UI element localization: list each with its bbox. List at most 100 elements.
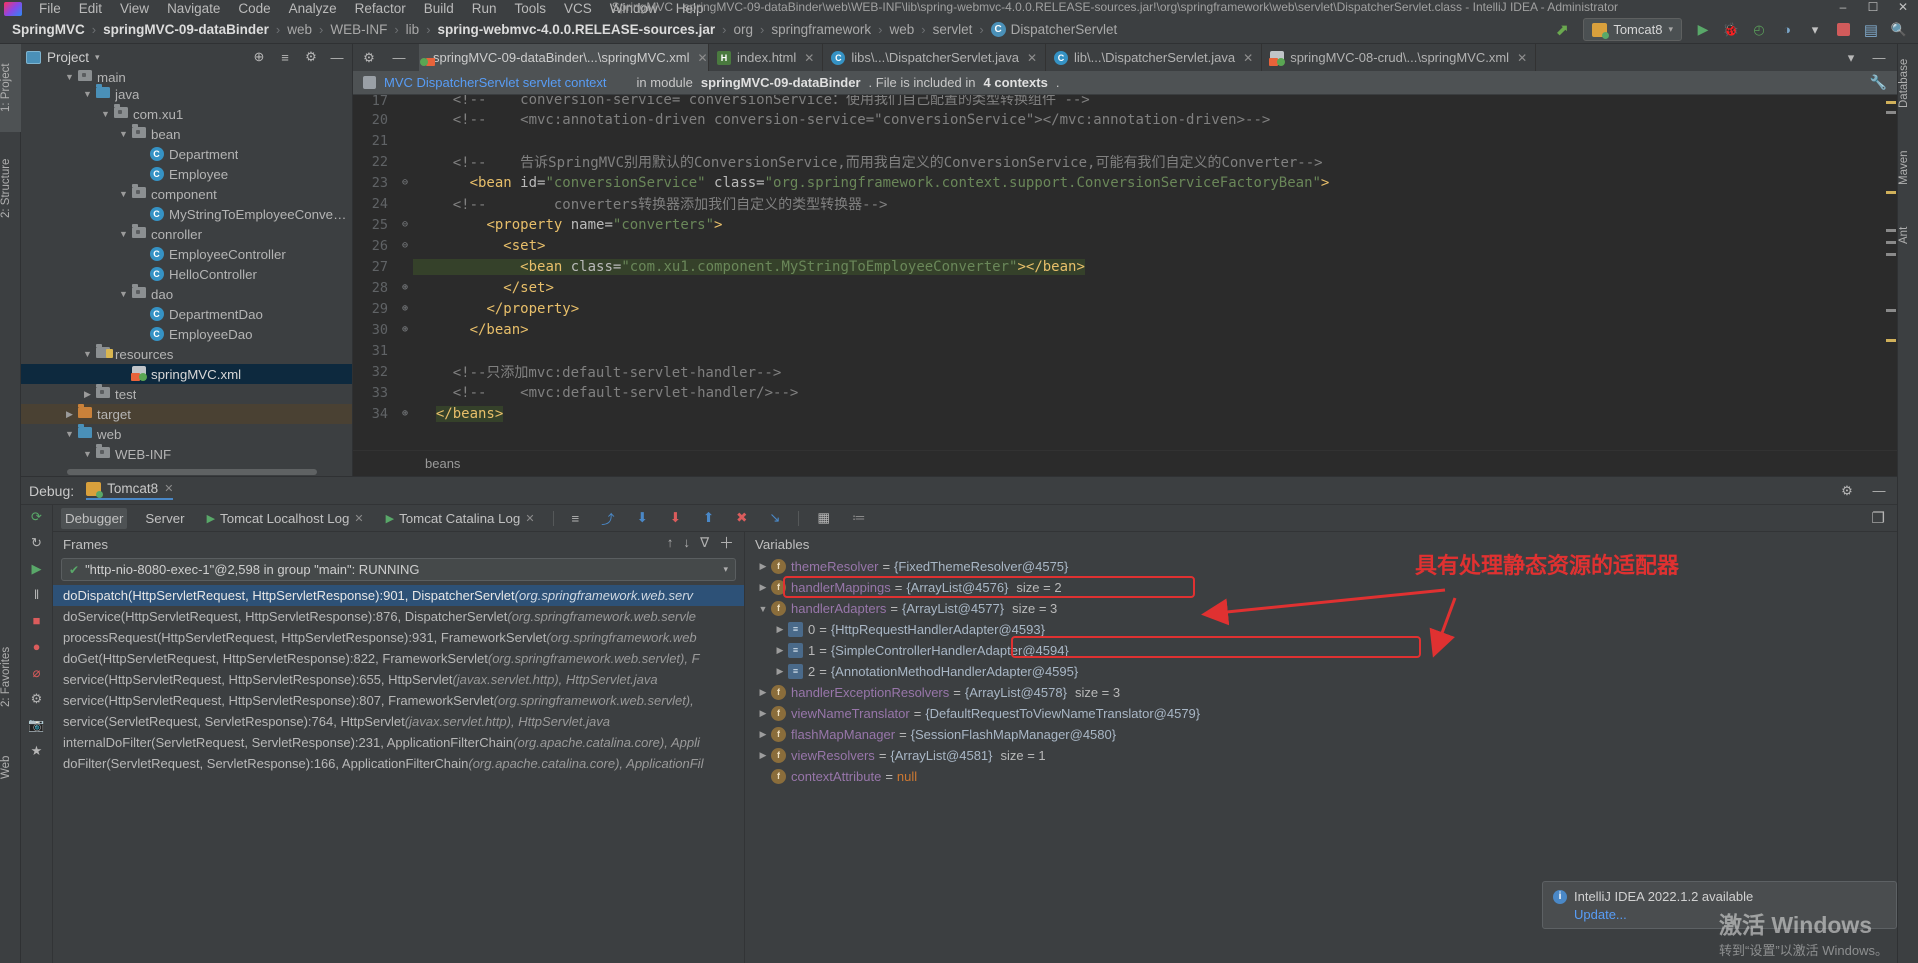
tree-node-department[interactable]: C Department	[21, 144, 352, 164]
variable-row-viewnametranslator[interactable]: ▶ f viewNameTranslator = {DefaultRequestToVi…	[745, 703, 1897, 724]
menu-item-code[interactable]: Code	[229, 1, 279, 16]
menu-item-view[interactable]: View	[111, 1, 158, 16]
code-line-27[interactable]: 27 <bean class="com.xu1.component.MyStri…	[353, 256, 1897, 277]
tab-tomcat-localhost-log[interactable]: ▶ Tomcat Localhost Log ✕	[203, 508, 368, 529]
chevron-down-icon[interactable]: ▾	[723, 564, 728, 575]
refresh-icon[interactable]: ↻	[31, 535, 42, 552]
gear-icon[interactable]: ⚙	[1837, 483, 1857, 499]
chevron-down-icon[interactable]: ▾	[1841, 50, 1861, 66]
tree-node-main[interactable]: ▼ main	[21, 70, 352, 85]
breadcrumb-item-springmvc[interactable]: SpringMVC	[12, 22, 85, 37]
editor-tab-index-html[interactable]: H index.html ✕	[709, 44, 824, 71]
variable-row-handleradapters[interactable]: ▼ f handlerAdapters = {ArrayList@4577} size =…	[745, 598, 1897, 619]
variable-expand-icon[interactable]: ▶	[755, 582, 771, 593]
tree-expand-arrow-icon[interactable]: ▼	[81, 89, 94, 99]
thread-selector[interactable]: ✔ "http-nio-8080-exec-1"@2,598 in group …	[61, 558, 736, 581]
sidebar-item-web[interactable]: Web	[0, 744, 21, 790]
collapse-all-icon[interactable]: ≡	[275, 50, 295, 65]
code-line-31[interactable]: 31	[353, 340, 1897, 361]
frames-add-icon[interactable]: ＋	[719, 532, 734, 553]
code-line-30[interactable]: 30 ⊕ </bean>	[353, 319, 1897, 340]
sidebar-item-project[interactable]: 1: Project	[0, 44, 21, 132]
variable-row-contextattribute[interactable]: f contextAttribute = null	[745, 766, 1897, 787]
tree-node-resources[interactable]: ▼ resources	[21, 344, 352, 364]
menu-item-edit[interactable]: Edit	[70, 1, 111, 16]
locate-file-icon[interactable]: ⊕	[249, 49, 269, 65]
variable-expand-icon[interactable]: ▶	[772, 645, 788, 656]
code-line-17[interactable]: 17 <!-- conversion-service= conversionSe…	[353, 95, 1897, 109]
close-icon[interactable]: ✕	[697, 51, 707, 65]
frame-row[interactable]: doFilter(ServletRequest, ServletResponse…	[53, 753, 744, 774]
close-icon[interactable]: ✕	[1027, 51, 1037, 65]
code-line-21[interactable]: 21	[353, 130, 1897, 151]
camera-icon[interactable]: 📷	[28, 717, 44, 734]
breadcrumb-item-springframework[interactable]: springframework	[771, 22, 871, 37]
servlet-context-link[interactable]: MVC DispatcherServlet servlet context	[384, 75, 607, 90]
code-line-34[interactable]: 34 ⊕ </beans>	[353, 403, 1897, 424]
tree-node-bean[interactable]: ▼ bean	[21, 124, 352, 144]
menu-item-analyze[interactable]: Analyze	[280, 1, 346, 16]
step-over-icon[interactable]: ⤴	[597, 506, 618, 531]
step-out-icon[interactable]: ⬆	[699, 507, 718, 529]
sidebar-item-database[interactable]: Database	[1898, 44, 1918, 122]
tree-node-mystringtoemployeeconverter[interactable]: C MyStringToEmployeeConverter	[21, 204, 352, 224]
layout-settings-icon[interactable]: ≔	[848, 507, 869, 529]
tree-expand-arrow-icon[interactable]: ▼	[117, 229, 130, 239]
tab-server[interactable]: Server	[141, 508, 188, 529]
tree-node-hellocontroller[interactable]: C HelloController	[21, 264, 352, 284]
frame-row[interactable]: doService(HttpServletRequest, HttpServle…	[53, 606, 744, 627]
breadcrumb-item-module[interactable]: springMVC-09-dataBinder	[103, 22, 269, 37]
menu-item-file[interactable]: File	[30, 1, 70, 16]
force-step-into-icon[interactable]: ⬇	[666, 507, 685, 529]
variable-row-handlermappings[interactable]: ▶ f handlerMappings = {ArrayList@4576} size =…	[745, 577, 1897, 598]
frame-row[interactable]: doDispatch(HttpServletRequest, HttpServl…	[53, 585, 744, 606]
tree-node-departmentdao[interactable]: C DepartmentDao	[21, 304, 352, 324]
menu-item-run[interactable]: Run	[463, 1, 506, 16]
wrench-icon[interactable]: 🔧	[1870, 74, 1887, 91]
evaluate-expression-icon[interactable]: ▦	[813, 507, 834, 529]
variable-expand-icon[interactable]: ▶	[772, 624, 788, 635]
code-line-29[interactable]: 29 ⊕ </property>	[353, 298, 1897, 319]
sidebar-item-ant[interactable]: Ant	[1898, 214, 1918, 256]
profile-button[interactable]: ◑	[1774, 18, 1800, 42]
variable-expand-icon[interactable]: ▶	[755, 708, 771, 719]
tree-node-test[interactable]: ▶ test	[21, 384, 352, 404]
search-icon[interactable]: 🔍	[1886, 18, 1912, 42]
close-icon[interactable]: ✕	[1243, 51, 1253, 65]
tree-node-web[interactable]: ▼ web	[21, 424, 352, 444]
tab-tomcat-catalina-log[interactable]: ▶ Tomcat Catalina Log ✕	[382, 508, 539, 529]
menu-item-tools[interactable]: Tools	[506, 1, 556, 16]
tree-expand-arrow-icon[interactable]: ▼	[63, 429, 76, 439]
breadcrumb-item-lib[interactable]: lib	[406, 22, 420, 37]
tree-expand-arrow-icon[interactable]: ▼	[117, 129, 130, 139]
variable-row-2[interactable]: ▶ ≡ 2 = {AnnotationMethodHandlerAdapter@4595…	[745, 661, 1897, 682]
show-execution-point-icon[interactable]: ≡	[568, 508, 584, 529]
tree-node-dao[interactable]: ▼ dao	[21, 284, 352, 304]
code-line-23[interactable]: 23 ⊖ <bean id="conversionService" class="…	[353, 172, 1897, 193]
frame-row[interactable]: service(HttpServletRequest, HttpServletR…	[53, 690, 744, 711]
code-line-22[interactable]: 22 <!-- 告诉SpringMVC别用默认的ConversionServic…	[353, 151, 1897, 172]
editor-tab-lib-dispatcherservlet[interactable]: C lib\...\DispatcherServlet.java ✕	[1046, 44, 1263, 71]
editor-tab-libs-dispatcherservlet[interactable]: C libs\...\DispatcherServlet.java ✕	[823, 44, 1046, 71]
tab-debugger[interactable]: Debugger	[61, 507, 128, 529]
variable-row-viewresolvers[interactable]: ▶ f viewResolvers = {ArrayList@4581} size = 1	[745, 745, 1897, 766]
tree-node-employeecontroller[interactable]: C EmployeeController	[21, 244, 352, 264]
code-line-20[interactable]: 20 <!-- <mvc:annotation-driven conversio…	[353, 109, 1897, 130]
variable-row-1[interactable]: ▶ ≡ 1 = {SimpleControllerHandlerAdapter@4594…	[745, 640, 1897, 661]
variable-expand-icon[interactable]: ▶	[772, 666, 788, 677]
frames-down-icon[interactable]: ↓	[683, 535, 690, 550]
debug-session-tab[interactable]: Tomcat8 ✕	[86, 481, 174, 500]
code-fold-icon[interactable]: ⊖	[397, 219, 413, 230]
close-icon[interactable]: ✕	[804, 51, 814, 65]
hide-panel-icon[interactable]: —	[389, 50, 409, 65]
breadcrumb-item-web[interactable]: web	[287, 22, 312, 37]
frame-row[interactable]: service(ServletRequest, ServletResponse)…	[53, 711, 744, 732]
close-button[interactable]: ✕	[1888, 0, 1918, 14]
menu-item-build[interactable]: Build	[415, 1, 463, 16]
code-line-32[interactable]: 32 <!--只添加mvc:default-servlet-handler-->	[353, 361, 1897, 382]
star-icon[interactable]: ★	[31, 743, 43, 760]
debug-button[interactable]: 🐞	[1718, 18, 1744, 42]
code-fold-icon[interactable]: ⊕	[397, 282, 413, 293]
resume-icon[interactable]: ▶	[32, 561, 42, 578]
tree-node-springmvc-xml[interactable]: springMVC.xml	[21, 364, 352, 384]
